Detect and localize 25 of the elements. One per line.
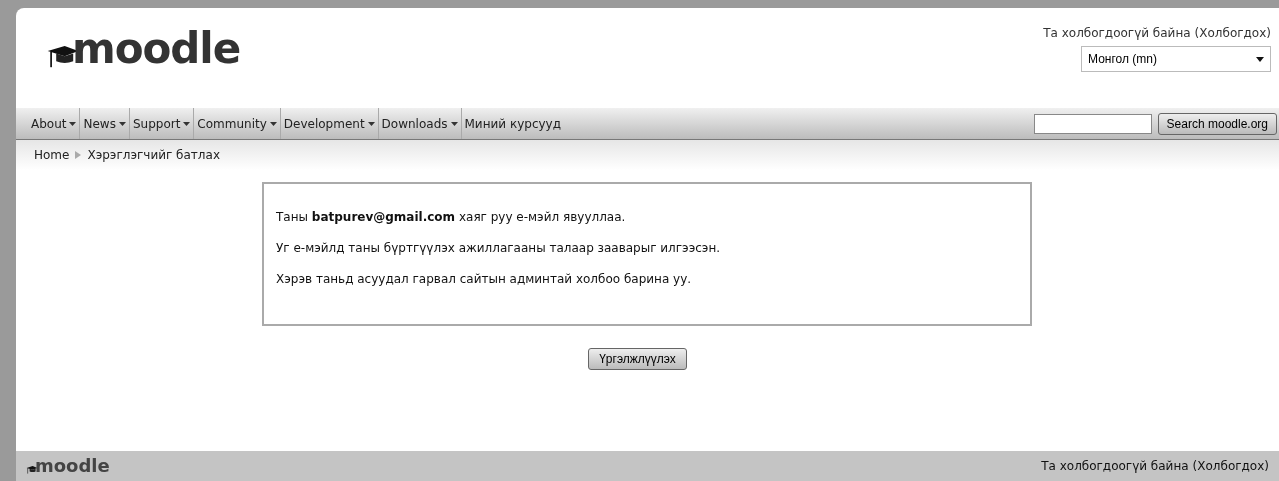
- footer-logo[interactable]: moodle: [35, 457, 110, 475]
- logo[interactable]: moodle: [72, 28, 241, 70]
- breadcrumb-item[interactable]: Home: [34, 146, 70, 164]
- nav-item[interactable]: About: [28, 108, 81, 139]
- nav-item[interactable]: Support: [129, 108, 195, 139]
- message-text: Таны batpurev@gmail.com хаяг руу е-мэйл явууллаа.: [276, 209, 627, 226]
- separator-icon: [75, 151, 82, 159]
- continue-button[interactable]: Үргэлжлүүлэх: [588, 348, 687, 370]
- nav-item[interactable]: Миний курсууд: [461, 108, 564, 139]
- caret-icon: [1256, 56, 1264, 62]
- search-button[interactable]: Search moodle.org: [1157, 112, 1277, 135]
- message-text: Хэрэв таньд асуудал гарвал сайтын админтай холбоо барина уу.: [276, 271, 693, 288]
- login-status: Та холбогдоогүй байна: [1043, 25, 1191, 42]
- breadcrumb-item: Хэрэглэгчийг батлах: [87, 147, 220, 164]
- nav-item[interactable]: Community: [194, 108, 281, 139]
- search-field[interactable]: [1033, 113, 1152, 134]
- nav-item[interactable]: Development: [280, 108, 379, 139]
- nav-item[interactable]: Downloads: [378, 108, 462, 139]
- language-select[interactable]: Монгол (mn): [1081, 46, 1271, 72]
- login-link[interactable]: (Холбогдох): [1192, 457, 1269, 475]
- graduation-cap-icon: [26, 465, 38, 475]
- nav-item[interactable]: News: [80, 108, 130, 139]
- message-text: Уг е-мэйлд таны бүртгүүлэх ажиллагааны талаар зааварыг илгээсэн.: [276, 240, 722, 257]
- login-link[interactable]: (Холбогдох): [1194, 24, 1271, 42]
- login-status: Та холбогдоогүй байна: [1041, 458, 1189, 475]
